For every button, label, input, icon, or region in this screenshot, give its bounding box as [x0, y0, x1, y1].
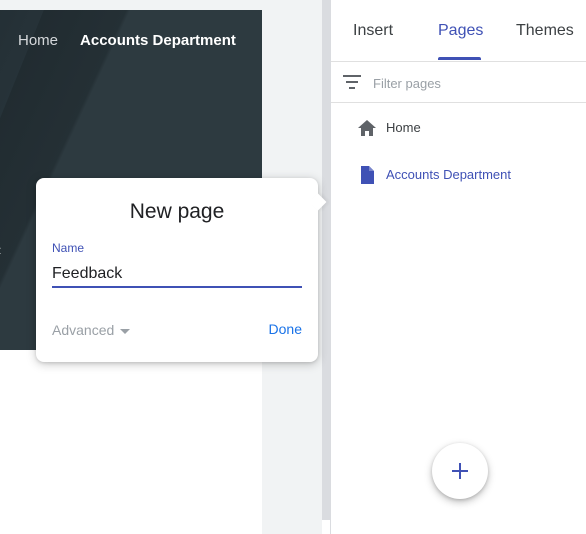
sites-editor: Home Accounts Department ‹ New page Name…: [0, 0, 586, 534]
page-list-label: Home: [386, 120, 421, 135]
page-icon: [361, 166, 374, 184]
filter-pages-input[interactable]: [371, 72, 575, 94]
name-field-label: Name: [52, 241, 85, 255]
new-page-dialog: New page Name Advanced Done: [36, 178, 327, 362]
caret-down-icon: [120, 328, 131, 334]
home-icon: [358, 120, 376, 136]
done-button[interactable]: Done: [269, 321, 302, 337]
chevron-left-icon: ‹: [0, 242, 1, 260]
panel-tabs: Insert Pages Themes: [331, 0, 586, 62]
advanced-toggle[interactable]: Advanced: [52, 322, 131, 338]
page-list-item-home[interactable]: Home: [331, 108, 586, 148]
dialog-title: New page: [129, 200, 225, 223]
add-page-button[interactable]: [432, 443, 488, 499]
side-panel: Insert Pages Themes Home Accounts: [330, 0, 586, 534]
tab-pages[interactable]: Pages: [438, 22, 483, 40]
tab-themes[interactable]: Themes: [516, 22, 574, 40]
site-nav-accounts-department[interactable]: Accounts Department: [80, 32, 236, 49]
tab-insert[interactable]: Insert: [353, 22, 393, 40]
page-list-item-accounts-department[interactable]: Accounts Department: [331, 155, 586, 195]
page-list-label: Accounts Department: [386, 167, 512, 182]
page-name-input[interactable]: [52, 262, 302, 288]
canvas-scrollbar[interactable]: [322, 0, 330, 520]
filter-bar: [331, 62, 586, 103]
plus-icon: [452, 463, 468, 479]
site-nav-home[interactable]: Home: [18, 32, 58, 49]
filter-icon[interactable]: [343, 75, 361, 89]
advanced-label: Advanced: [52, 322, 115, 338]
site-navigation: Home Accounts Department: [18, 32, 236, 49]
active-tab-indicator: [438, 57, 481, 60]
